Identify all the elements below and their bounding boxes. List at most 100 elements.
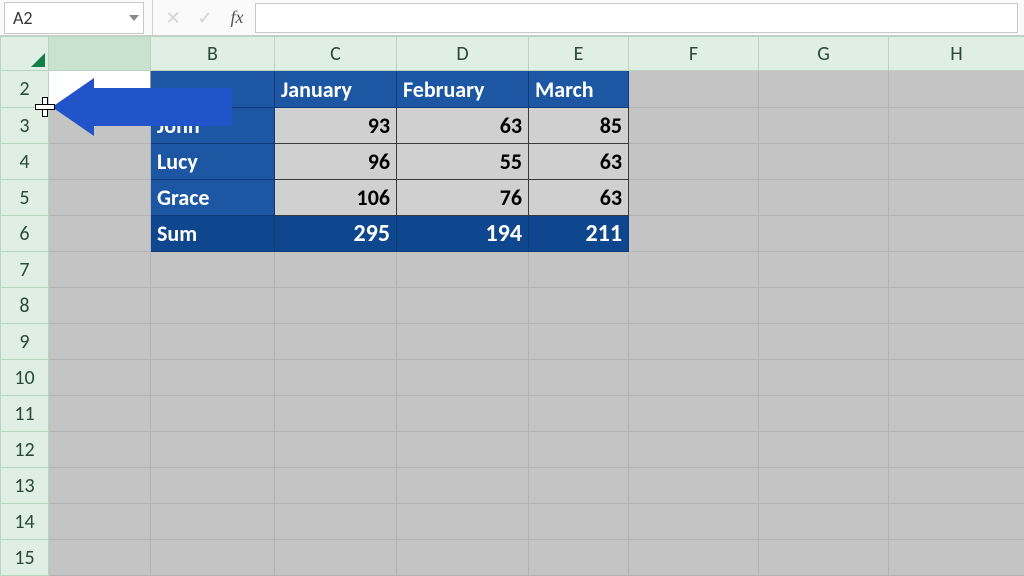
cell[interactable] [889, 504, 1024, 540]
cell[interactable] [629, 252, 759, 288]
row-header-3[interactable]: 3 [1, 108, 49, 144]
dt-sum-value[interactable]: 194 [397, 216, 529, 252]
chevron-down-icon[interactable] [129, 15, 139, 21]
cell[interactable] [759, 360, 889, 396]
cell[interactable] [629, 71, 759, 108]
col-header-G[interactable]: G [759, 37, 889, 71]
col-header-D[interactable]: D [397, 37, 529, 71]
dt-value[interactable]: 96 [275, 144, 397, 180]
cell[interactable] [275, 504, 397, 540]
cell[interactable] [397, 432, 529, 468]
cell[interactable] [759, 468, 889, 504]
cell[interactable] [49, 324, 151, 360]
dt-value[interactable]: 93 [275, 108, 397, 144]
row-header-11[interactable]: 11 [1, 396, 49, 432]
cell[interactable] [151, 468, 275, 504]
cell[interactable] [151, 504, 275, 540]
cell[interactable] [759, 540, 889, 576]
cell[interactable] [49, 252, 151, 288]
cell[interactable] [759, 144, 889, 180]
cell[interactable] [889, 180, 1024, 216]
cell[interactable] [397, 288, 529, 324]
cell[interactable] [397, 396, 529, 432]
cell[interactable] [49, 468, 151, 504]
cell[interactable] [529, 396, 629, 432]
row-header-13[interactable]: 13 [1, 468, 49, 504]
cell[interactable] [151, 432, 275, 468]
cell[interactable] [49, 504, 151, 540]
cell[interactable] [759, 216, 889, 252]
cell[interactable] [529, 540, 629, 576]
cell[interactable] [49, 540, 151, 576]
cell[interactable] [889, 108, 1024, 144]
cell[interactable] [275, 324, 397, 360]
cell[interactable] [629, 540, 759, 576]
dt-value[interactable]: 63 [529, 144, 629, 180]
cell[interactable] [889, 540, 1024, 576]
col-header-H[interactable]: H [889, 37, 1024, 71]
row-header-14[interactable]: 14 [1, 504, 49, 540]
cell[interactable] [397, 252, 529, 288]
cell[interactable] [151, 540, 275, 576]
cell[interactable] [397, 504, 529, 540]
col-header-B[interactable]: B [151, 37, 275, 71]
row-header-12[interactable]: 12 [1, 432, 49, 468]
cell[interactable] [529, 360, 629, 396]
dt-value[interactable]: 63 [397, 108, 529, 144]
cell[interactable] [529, 432, 629, 468]
cell[interactable] [49, 144, 151, 180]
cell[interactable] [759, 324, 889, 360]
cell[interactable] [275, 360, 397, 396]
select-all-corner[interactable] [1, 37, 49, 71]
cell[interactable] [759, 71, 889, 108]
row-header-9[interactable]: 9 [1, 324, 49, 360]
row-header-7[interactable]: 7 [1, 252, 49, 288]
col-header-F[interactable]: F [629, 37, 759, 71]
dt-row-name[interactable]: John [151, 108, 275, 144]
formula-input[interactable] [255, 3, 1018, 33]
cell-A2[interactable] [49, 71, 151, 108]
dt-header[interactable]: March [529, 71, 629, 108]
cell[interactable] [629, 504, 759, 540]
cell[interactable] [275, 396, 397, 432]
dt-value[interactable]: 55 [397, 144, 529, 180]
cell[interactable] [529, 468, 629, 504]
cell[interactable] [151, 288, 275, 324]
dt-header[interactable]: January [275, 71, 397, 108]
row-header-10[interactable]: 10 [1, 360, 49, 396]
row-header-2[interactable]: 2 [1, 71, 49, 108]
dt-row-name[interactable]: Grace [151, 180, 275, 216]
cell[interactable] [629, 432, 759, 468]
cell[interactable] [889, 360, 1024, 396]
row-header-5[interactable]: 5 [1, 180, 49, 216]
cell[interactable] [397, 468, 529, 504]
cell[interactable] [889, 432, 1024, 468]
col-header-E[interactable]: E [529, 37, 629, 71]
row-header-6[interactable]: 6 [1, 216, 49, 252]
cell[interactable] [629, 180, 759, 216]
cell[interactable] [889, 468, 1024, 504]
cell[interactable] [629, 396, 759, 432]
cell[interactable] [629, 144, 759, 180]
cell[interactable] [529, 288, 629, 324]
insert-function-button[interactable]: fx [223, 4, 251, 32]
cell[interactable] [49, 432, 151, 468]
row-header-8[interactable]: 8 [1, 288, 49, 324]
cell[interactable] [759, 180, 889, 216]
cell[interactable] [889, 71, 1024, 108]
cell[interactable] [629, 360, 759, 396]
cell[interactable] [629, 108, 759, 144]
cell[interactable] [275, 468, 397, 504]
dt-sum-label[interactable]: Sum [151, 216, 275, 252]
cell[interactable] [49, 108, 151, 144]
dt-header[interactable]: February [397, 71, 529, 108]
dt-row-name[interactable]: Lucy [151, 144, 275, 180]
dt-value[interactable]: 63 [529, 180, 629, 216]
cell[interactable] [529, 324, 629, 360]
cell[interactable] [889, 144, 1024, 180]
cell[interactable] [889, 324, 1024, 360]
col-header-A[interactable] [49, 37, 151, 71]
cell[interactable] [759, 396, 889, 432]
cell[interactable] [759, 432, 889, 468]
cell[interactable] [759, 504, 889, 540]
